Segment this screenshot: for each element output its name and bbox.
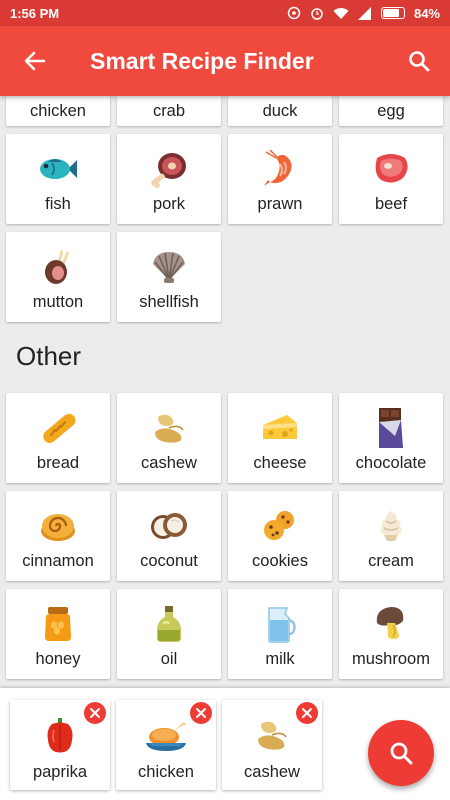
- ingredient-label: egg: [377, 102, 405, 120]
- ingredient-label: beef: [374, 195, 408, 213]
- honey-jar-icon: [6, 603, 110, 645]
- oil-bottle-icon: [117, 603, 221, 645]
- section-title-other: Other: [16, 341, 82, 371]
- find-recipes-fab[interactable]: [368, 720, 434, 786]
- ingredient-card-cookies[interactable]: cookies: [228, 491, 332, 581]
- ingredient-label: cashew: [141, 454, 197, 472]
- remove-chicken-button[interactable]: [190, 702, 212, 724]
- coconut-icon: [117, 505, 221, 547]
- close-icon: [90, 708, 100, 718]
- battery-level: 84%: [413, 5, 440, 21]
- ingredient-label: chicken: [30, 102, 86, 120]
- battery-icon: [380, 7, 405, 19]
- bread-icon: [6, 407, 110, 449]
- selected-card-cashew[interactable]: cashew: [222, 700, 322, 790]
- remove-cashew-button[interactable]: [296, 702, 318, 724]
- ingredient-label: crab: [152, 102, 186, 120]
- ingredient-card-fish[interactable]: fish: [6, 134, 110, 224]
- ingredient-label: mutton: [32, 293, 84, 311]
- selected-card-paprika[interactable]: paprika: [10, 700, 110, 790]
- cashew-icon: [117, 407, 221, 449]
- ingredient-card-honey[interactable]: honey: [6, 589, 110, 679]
- ingredient-label: fish: [45, 195, 71, 213]
- ingredient-card-crab[interactable]: crab: [117, 96, 221, 126]
- ingredient-label: duck: [262, 102, 298, 120]
- ingredient-card-bread[interactable]: bread: [6, 393, 110, 483]
- fish-icon: [6, 148, 110, 190]
- ingredient-label: pork: [152, 195, 186, 213]
- hotspot-icon: [287, 6, 301, 20]
- ingredient-label: oil: [160, 650, 178, 668]
- page-title: Smart Recipe Finder: [90, 47, 314, 74]
- chocolate-icon: [339, 407, 443, 449]
- ingredient-label: cheese: [253, 454, 307, 472]
- shell-icon: [117, 246, 221, 288]
- ingredient-label: cookies: [252, 552, 308, 570]
- ingredient-card-coconut[interactable]: coconut: [117, 491, 221, 581]
- remove-paprika-button[interactable]: [84, 702, 106, 724]
- status-icons: 84%: [287, 6, 440, 21]
- mushroom-icon: [339, 603, 443, 645]
- ingredient-card-chocolate[interactable]: chocolate: [339, 393, 443, 483]
- ingredient-card-shellfish[interactable]: shellfish: [117, 232, 221, 322]
- selected-label: cashew: [244, 763, 300, 781]
- ingredient-label: prawn: [257, 195, 303, 213]
- ingredient-card-beef[interactable]: beef: [339, 134, 443, 224]
- ingredient-label: bread: [36, 454, 80, 472]
- alarm-icon: [311, 8, 323, 20]
- ingredient-card-cream[interactable]: cream: [339, 491, 443, 581]
- ingredient-card-egg[interactable]: egg: [339, 96, 443, 126]
- ingredient-card-chicken[interactable]: chicken: [6, 96, 110, 126]
- ingredient-card-duck[interactable]: duck: [228, 96, 332, 126]
- ingredient-card-mutton[interactable]: mutton: [6, 232, 110, 322]
- ingredient-card-milk[interactable]: milk: [228, 589, 332, 679]
- ingredient-label: mushroom: [352, 650, 430, 668]
- ingredient-list[interactable]: chicken crab duck egg fish pork prawn be…: [0, 96, 450, 688]
- ingredient-card-pork[interactable]: pork: [117, 134, 221, 224]
- arrow-back-icon: [24, 51, 46, 71]
- ingredient-label: chocolate: [355, 454, 427, 472]
- ingredient-label: shellfish: [139, 293, 199, 311]
- ingredient-card-cheese[interactable]: cheese: [228, 393, 332, 483]
- ingredient-label: cinnamon: [22, 552, 94, 570]
- ingredient-card-mushroom[interactable]: mushroom: [339, 589, 443, 679]
- search-button[interactable]: [388, 26, 450, 96]
- milk-jug-icon: [228, 603, 332, 645]
- ingredient-label: milk: [265, 650, 295, 668]
- prawn-icon: [228, 148, 332, 190]
- ingredient-label: coconut: [140, 552, 198, 570]
- close-icon: [196, 708, 206, 718]
- wifi-icon: [333, 7, 349, 19]
- selected-label: paprika: [32, 763, 88, 781]
- selected-card-chicken[interactable]: chicken: [116, 700, 216, 790]
- back-button[interactable]: [0, 26, 70, 96]
- ingredient-card-prawn[interactable]: prawn: [228, 134, 332, 224]
- selected-label: chicken: [138, 763, 194, 781]
- ingredient-label: honey: [35, 650, 81, 668]
- status-time: 1:56 PM: [10, 5, 60, 21]
- status-bar: 1:56 PM 84%: [0, 0, 450, 26]
- search-icon: [409, 51, 430, 72]
- ingredient-card-oil[interactable]: oil: [117, 589, 221, 679]
- close-icon: [302, 708, 312, 718]
- mutton-icon: [6, 246, 110, 288]
- cinnamon-roll-icon: [6, 505, 110, 547]
- search-icon: [390, 742, 413, 765]
- ingredient-label: cream: [368, 552, 414, 570]
- cheese-icon: [228, 407, 332, 449]
- cookies-icon: [228, 505, 332, 547]
- cream-icon: [339, 505, 443, 547]
- signal-icon: [357, 6, 371, 20]
- ingredient-card-cinnamon[interactable]: cinnamon: [6, 491, 110, 581]
- ham-icon: [117, 148, 221, 190]
- steak-icon: [339, 148, 443, 190]
- ingredient-card-cashew[interactable]: cashew: [117, 393, 221, 483]
- app-bar: Smart Recipe Finder: [0, 26, 450, 96]
